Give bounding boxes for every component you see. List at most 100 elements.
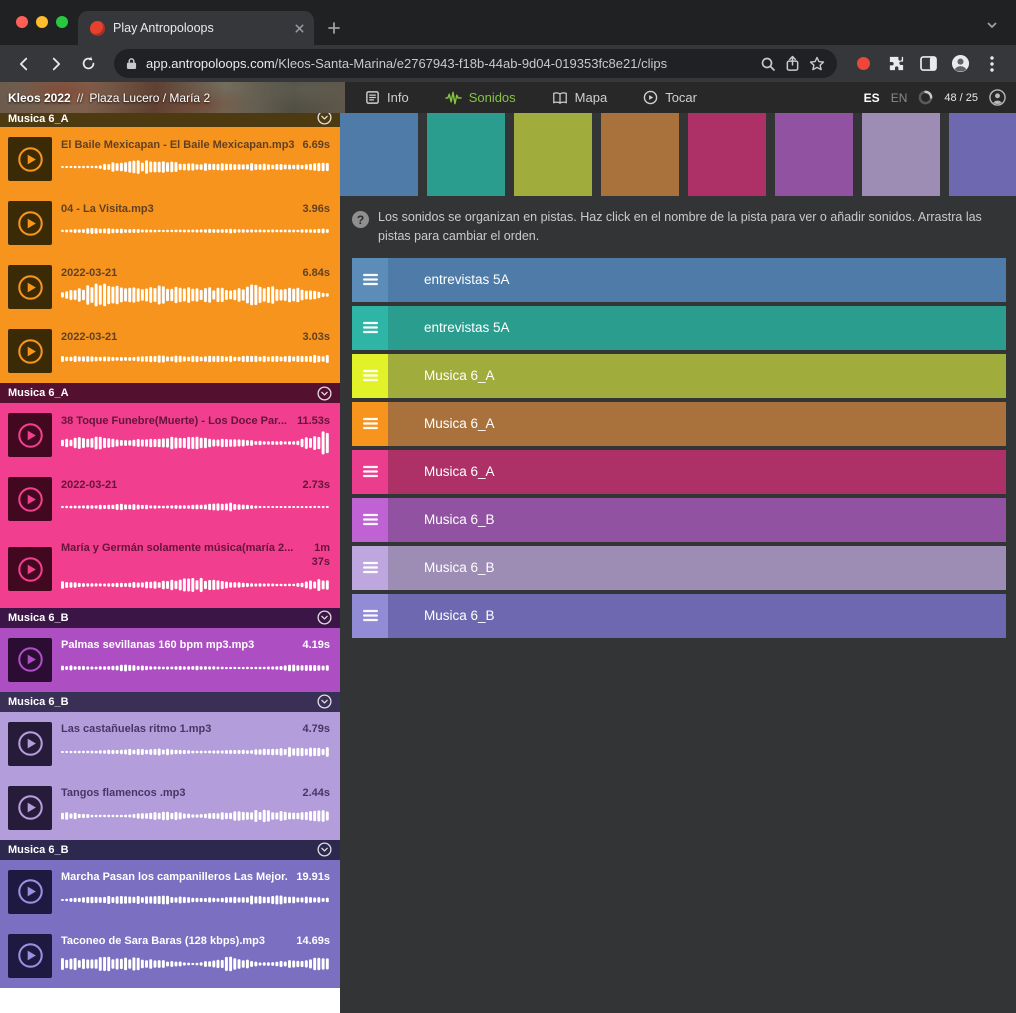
clip-play-button[interactable]	[8, 722, 52, 766]
track-column[interactable]	[514, 113, 592, 196]
track-row[interactable]: Musica 6_A	[352, 402, 1006, 446]
recording-indicator-icon[interactable]	[857, 57, 870, 70]
tab-search-chevron-icon[interactable]	[978, 11, 1006, 39]
chevron-down-circle-icon[interactable]	[317, 386, 332, 401]
clip-play-button[interactable]	[8, 265, 52, 309]
track-row[interactable]: Musica 6_B	[352, 498, 1006, 542]
account-icon[interactable]	[989, 89, 1006, 106]
tab-tocar[interactable]: Tocar	[643, 90, 697, 105]
browser-window: Play Antropoloops app.antropoloops.com	[0, 0, 1016, 1013]
track-bar[interactable]: Musica 6_A	[388, 402, 1006, 446]
track-column[interactable]	[949, 113, 1016, 196]
breadcrumb-project[interactable]: Kleos 2022	[8, 91, 71, 105]
chevron-down-circle-icon[interactable]	[317, 113, 332, 125]
track-row[interactable]: Musica 6_B	[352, 594, 1006, 638]
track-row[interactable]: entrevistas 5A	[352, 306, 1006, 350]
track-row[interactable]: Musica 6_A	[352, 450, 1006, 494]
clip-row[interactable]: Las castañuelas ritmo 1.mp34.79s	[0, 712, 340, 776]
tab-mapa[interactable]: Mapa	[552, 90, 608, 105]
track-column[interactable]	[427, 113, 505, 196]
track-bar[interactable]: entrevistas 5A	[388, 306, 1006, 350]
tab-close-icon[interactable]	[293, 22, 306, 35]
track-bar[interactable]: Musica 6_B	[388, 546, 1006, 590]
clip-row[interactable]: 2022-03-212.73s	[0, 467, 340, 531]
track-section-header[interactable]: Musica 6_B	[0, 692, 340, 712]
drag-handle[interactable]	[352, 594, 388, 638]
clip-row[interactable]: 38 Toque Funebre(Muerte) - Los Doce Par.…	[0, 403, 340, 467]
track-column[interactable]	[688, 113, 766, 196]
track-row[interactable]: Musica 6_A	[352, 354, 1006, 398]
track-section-header[interactable]: Musica 6_B	[0, 840, 340, 860]
clip-row[interactable]: Taconeo de Sara Baras (128 kbps).mp314.6…	[0, 924, 340, 988]
clip-row[interactable]: 2022-03-216.84s	[0, 255, 340, 319]
back-icon[interactable]	[10, 50, 38, 78]
track-section-header[interactable]: Musica 6_B	[0, 608, 340, 628]
chevron-down-circle-icon[interactable]	[317, 610, 332, 625]
extensions-puzzle-icon[interactable]	[882, 50, 910, 78]
track-bar[interactable]: Musica 6_A	[388, 450, 1006, 494]
clip-play-button[interactable]	[8, 413, 52, 457]
reload-icon[interactable]	[74, 50, 102, 78]
browser-tab[interactable]: Play Antropoloops	[78, 11, 314, 45]
drag-handle[interactable]	[352, 402, 388, 446]
breadcrumb-path[interactable]: Plaza Lucero / María 2	[89, 91, 210, 105]
tab-info[interactable]: Info	[365, 90, 409, 105]
track-column[interactable]	[601, 113, 679, 196]
chevron-down-circle-icon[interactable]	[317, 694, 332, 709]
share-icon[interactable]	[785, 55, 800, 72]
track-label: entrevistas 5A	[424, 272, 510, 287]
clip-play-button[interactable]	[8, 137, 52, 181]
drag-handle[interactable]	[352, 306, 388, 350]
track-section-header[interactable]: Musica 6_A	[0, 383, 340, 403]
lock-icon[interactable]	[126, 57, 137, 70]
tab-sonidos[interactable]: Sonidos	[445, 90, 516, 105]
address-bar[interactable]: app.antropoloops.com/Kleos-Santa-Marina/…	[114, 49, 837, 78]
track-label: Musica 6_A	[424, 368, 495, 383]
clip-row[interactable]: Marcha Pasan los campanilleros Las Mejor…	[0, 860, 340, 924]
chevron-down-circle-icon[interactable]	[317, 842, 332, 857]
clip-row[interactable]: Tangos flamencos .mp32.44s	[0, 776, 340, 840]
clip-row[interactable]: 2022-03-213.03s	[0, 319, 340, 383]
drag-handle[interactable]	[352, 450, 388, 494]
close-window-button[interactable]	[16, 16, 28, 28]
minimize-window-button[interactable]	[36, 16, 48, 28]
clip-play-button[interactable]	[8, 638, 52, 682]
track-section-header[interactable]: Musica 6_A	[0, 113, 340, 127]
lang-en[interactable]: EN	[891, 91, 908, 105]
forward-icon[interactable]	[42, 50, 70, 78]
track-bar[interactable]: Musica 6_A	[388, 354, 1006, 398]
clip-row[interactable]: Palmas sevillanas 160 bpm mp3.mp34.19s	[0, 628, 340, 692]
clip-play-button[interactable]	[8, 201, 52, 245]
clip-play-button[interactable]	[8, 477, 52, 521]
browser-menu-kebab-icon[interactable]	[978, 50, 1006, 78]
lang-es[interactable]: ES	[864, 91, 880, 105]
track-row[interactable]: entrevistas 5A	[352, 258, 1006, 302]
clip-play-button[interactable]	[8, 786, 52, 830]
clip-row[interactable]: 04 - La Visita.mp33.96s	[0, 191, 340, 255]
drag-handle[interactable]	[352, 498, 388, 542]
drag-handle[interactable]	[352, 354, 388, 398]
track-column[interactable]	[340, 113, 418, 196]
track-column[interactable]	[862, 113, 940, 196]
clip-play-button[interactable]	[8, 870, 52, 914]
track-row[interactable]: Musica 6_B	[352, 546, 1006, 590]
track-bar[interactable]: Musica 6_B	[388, 594, 1006, 638]
profile-avatar-icon[interactable]	[946, 50, 974, 78]
fullscreen-window-button[interactable]	[56, 16, 68, 28]
drag-handle[interactable]	[352, 546, 388, 590]
track-column[interactable]	[775, 113, 853, 196]
clip-row[interactable]: María y Germán solamente música(maría 2.…	[0, 531, 340, 608]
clip-row[interactable]: El Baile Mexicapan - El Baile Mexicapan.…	[0, 127, 340, 191]
new-tab-button[interactable]	[320, 14, 348, 42]
track-bar[interactable]: Musica 6_B	[388, 498, 1006, 542]
side-panel-icon[interactable]	[914, 50, 942, 78]
track-bar[interactable]: entrevistas 5A	[388, 258, 1006, 302]
bookmark-star-icon[interactable]	[809, 56, 825, 72]
clip-play-button[interactable]	[8, 934, 52, 978]
clip-play-button[interactable]	[8, 547, 52, 591]
clip-title: Las castañuelas ritmo 1.mp3	[61, 722, 294, 736]
clip-play-button[interactable]	[8, 329, 52, 373]
drag-handle[interactable]	[352, 258, 388, 302]
zoom-icon[interactable]	[760, 56, 776, 72]
track-section-title: Musica 6_A	[8, 113, 69, 125]
